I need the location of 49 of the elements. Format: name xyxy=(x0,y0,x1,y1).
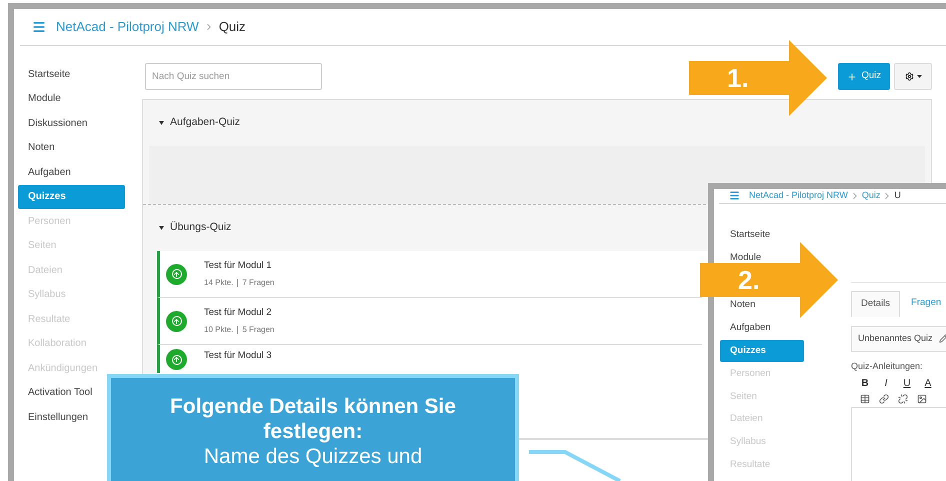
settings-button[interactable] xyxy=(894,63,932,90)
publish-icon[interactable] xyxy=(166,264,187,284)
sidebar-item[interactable]: Startseite xyxy=(18,68,72,80)
format-button[interactable]: I xyxy=(881,376,891,391)
sidebar-item[interactable]: Startseite xyxy=(720,228,772,242)
quiz-row[interactable]: Test für Modul 2 10 Pkte. 5 Fragen xyxy=(157,298,702,345)
link-icon[interactable] xyxy=(879,394,889,404)
settings-icon xyxy=(904,72,914,81)
menu-icon[interactable] xyxy=(729,190,740,202)
menu-icon[interactable] xyxy=(32,20,46,34)
unlink-icon[interactable] xyxy=(898,394,908,404)
format-button[interactable]: A xyxy=(923,376,933,391)
points-text: 14 Pkte. xyxy=(204,276,234,289)
sidebar-item[interactable]: Aufgaben xyxy=(720,322,773,335)
sidebar-item[interactable]: Einstellungen xyxy=(18,411,90,424)
pencil-icon xyxy=(938,334,946,343)
sidebar-item[interactable]: Aufgaben xyxy=(18,166,73,178)
image-icon[interactable] xyxy=(917,394,927,404)
section-header[interactable]: Übungs-Quiz xyxy=(143,205,683,251)
format-button[interactable]: B xyxy=(860,376,870,391)
sidebar-item[interactable]: Noten xyxy=(720,299,758,312)
caret-icon xyxy=(159,121,164,125)
quiz-title[interactable]: Test für Modul 2 xyxy=(204,306,274,321)
sidebar-item[interactable]: Module xyxy=(18,92,63,105)
quiz-title[interactable]: Test für Modul 3 xyxy=(204,349,272,364)
instructions-label: Quiz-Anleitungen: xyxy=(851,360,924,373)
section-header[interactable]: Aufgaben-Quiz xyxy=(143,100,931,146)
sidebar-item[interactable]: Diskussionen xyxy=(18,117,90,130)
quiz-title[interactable]: Test für Modul 1 xyxy=(204,259,274,274)
format-button[interactable]: U xyxy=(902,376,912,391)
tab[interactable]: Details xyxy=(851,290,900,316)
table-icon[interactable] xyxy=(860,394,870,404)
sidebar-item[interactable]: Activation Tool xyxy=(18,386,94,399)
sidebar-item[interactable]: Noten xyxy=(18,142,57,154)
plus-icon xyxy=(847,72,858,82)
quiz-name-field[interactable]: Unbenanntes Quiz xyxy=(851,326,946,352)
search-field[interactable]: Nach Quiz suchen xyxy=(145,63,322,90)
publish-icon[interactable] xyxy=(166,310,187,332)
caret-icon xyxy=(159,226,164,230)
questions-text: 5 Fragen xyxy=(242,324,274,336)
questions-text: 7 Fragen xyxy=(242,276,274,289)
step-number: 2. xyxy=(738,267,760,293)
publish-icon[interactable] xyxy=(166,349,187,370)
sidebar-item[interactable]: Module xyxy=(720,251,764,264)
callout-title: Folgende Details können Sie festlegen: xyxy=(169,394,457,444)
caret-icon xyxy=(916,75,922,78)
step-number: 1. xyxy=(727,65,749,91)
callout-text: Name des Quizzes und xyxy=(204,444,422,469)
points-text: 10 Pkte. xyxy=(204,324,234,336)
